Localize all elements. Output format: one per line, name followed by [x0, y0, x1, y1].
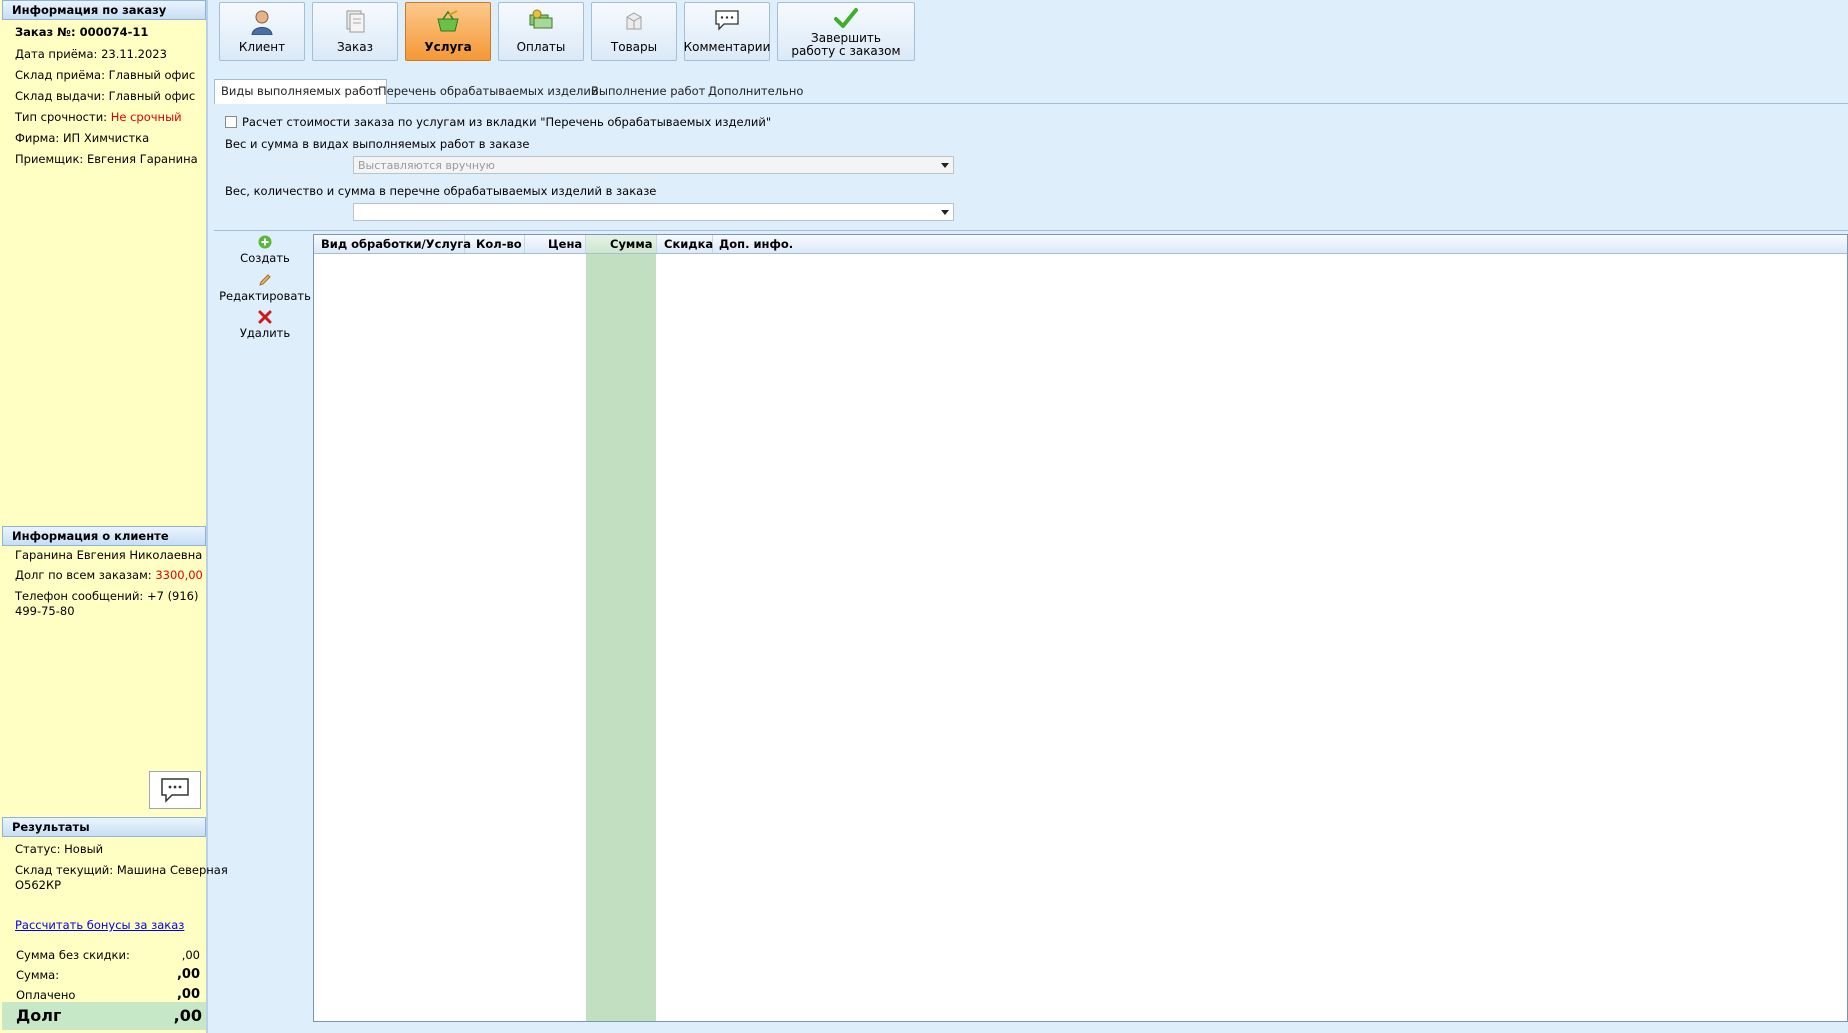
- payments-button[interactable]: Оплаты: [498, 2, 584, 61]
- sum-column-highlight: [586, 254, 656, 1021]
- sum-value: ,00: [176, 967, 200, 982]
- urgency-value: Не срочный: [110, 110, 182, 124]
- speech-bubble-icon: [715, 10, 739, 31]
- finish-order-button[interactable]: Завершить работу с заказом: [777, 2, 915, 61]
- col-discount[interactable]: Скидка: [664, 237, 713, 251]
- services-grid[interactable]: Вид обработки/Услуга Кол-во Цена Сумма С…: [313, 234, 1848, 1022]
- goods-button[interactable]: Товары: [591, 2, 677, 61]
- delete-button[interactable]: Удалить: [214, 310, 316, 340]
- cross-icon: [258, 310, 272, 324]
- client-phone: Телефон сообщений: +7 (916): [15, 589, 199, 603]
- col-price[interactable]: Цена: [548, 237, 582, 251]
- debt-value: ,00: [173, 1006, 202, 1025]
- order-info-header: Информация по заказу: [2, 0, 206, 20]
- warehouse-out: Склад выдачи: Главный офис: [15, 89, 196, 103]
- client-phone-cont: 499-75-80: [15, 604, 75, 618]
- order-button[interactable]: Заказ: [312, 2, 398, 61]
- comments-button[interactable]: Комментарии: [684, 2, 770, 61]
- tab-additional[interactable]: Дополнительно: [702, 80, 809, 102]
- debt-row: Долг ,00: [2, 1002, 206, 1030]
- current-warehouse: Склад текущий: Машина Северная: [15, 863, 228, 877]
- client-info-header: Информация о клиенте: [2, 526, 206, 546]
- weight-sum-label: Вес и сумма в видах выполняемых работ в …: [225, 137, 530, 151]
- document-icon: [346, 10, 365, 33]
- calc-by-items-checkbox[interactable]: [225, 116, 237, 128]
- weight-qty-label: Вес, количество и сумма в перечне обраба…: [225, 184, 657, 198]
- col-extra-info[interactable]: Доп. инфо.: [719, 237, 793, 251]
- client-debt-value: 3300,00: [155, 568, 203, 582]
- sum-label: Сумма:: [16, 968, 60, 982]
- pencil-icon: [259, 274, 271, 286]
- speech-bubble-icon: [161, 778, 189, 803]
- basket-icon: [437, 10, 459, 32]
- warehouse-in: Склад приёма: Главный офис: [15, 68, 196, 82]
- tab-work-execution[interactable]: Выполнение работ: [585, 80, 711, 102]
- receiver: Приемщик: Евгения Гаранина: [15, 152, 198, 166]
- separator: [214, 230, 1848, 231]
- col-quantity[interactable]: Кол-во: [476, 237, 522, 251]
- order-number: Заказ №: 000074-11: [15, 25, 149, 39]
- debt-label: Долг: [16, 1006, 62, 1025]
- calc-by-items-label: Расчет стоимости заказа по услугам из вк…: [242, 115, 772, 129]
- sum-no-discount-value: ,00: [181, 948, 200, 962]
- weight-sum-select[interactable]: Выставляются вручную: [353, 156, 954, 174]
- paid-label: Оплачено: [16, 988, 76, 1002]
- edit-button[interactable]: Редактировать: [214, 273, 316, 303]
- plus-icon: [258, 235, 272, 249]
- status: Статус: Новый: [15, 842, 104, 856]
- paid-value: ,00: [176, 987, 200, 1002]
- box-icon: [626, 12, 642, 30]
- column-divider: [656, 235, 657, 253]
- client-debt: Долг по всем заказам: 3300,00: [15, 568, 203, 582]
- sum-no-discount-label: Сумма без скидки:: [16, 948, 130, 962]
- tab-strip-line: [214, 103, 1848, 104]
- create-button[interactable]: Создать: [214, 235, 316, 265]
- service-button[interactable]: Услуга: [405, 2, 491, 61]
- tab-work-types[interactable]: Виды выполняемых работ: [214, 79, 387, 104]
- column-divider: [524, 235, 525, 253]
- client-name: Гаранина Евгения Николаевна: [15, 548, 203, 562]
- chevron-down-icon: [941, 210, 949, 215]
- grid-header: [314, 235, 1847, 254]
- chevron-down-icon: [941, 163, 949, 168]
- column-divider: [585, 235, 586, 253]
- person-icon: [251, 10, 273, 35]
- left-info-panel: Информация по заказу Заказ №: 000074-11 …: [0, 0, 228, 1033]
- firm: Фирма: ИП Химчистка: [15, 131, 150, 145]
- results-header: Результаты: [2, 817, 206, 837]
- client-button[interactable]: Клиент: [219, 2, 305, 61]
- col-service[interactable]: Вид обработки/Услуга: [321, 237, 471, 251]
- checkmark-icon: [834, 8, 858, 28]
- comment-button[interactable]: [149, 771, 201, 809]
- urgency: Тип срочности: Не срочный: [15, 110, 182, 124]
- order-date: Дата приёма: 23.11.2023: [15, 47, 167, 61]
- weight-qty-select[interactable]: [353, 203, 954, 221]
- tab-items-list[interactable]: Перечень обрабатываемых изделий: [372, 80, 604, 102]
- current-warehouse-cont: О562КР: [15, 878, 62, 892]
- col-sum[interactable]: Сумма: [610, 237, 653, 251]
- calculate-bonus-link[interactable]: Рассчитать бонусы за заказ: [15, 918, 184, 932]
- money-icon: [529, 9, 553, 29]
